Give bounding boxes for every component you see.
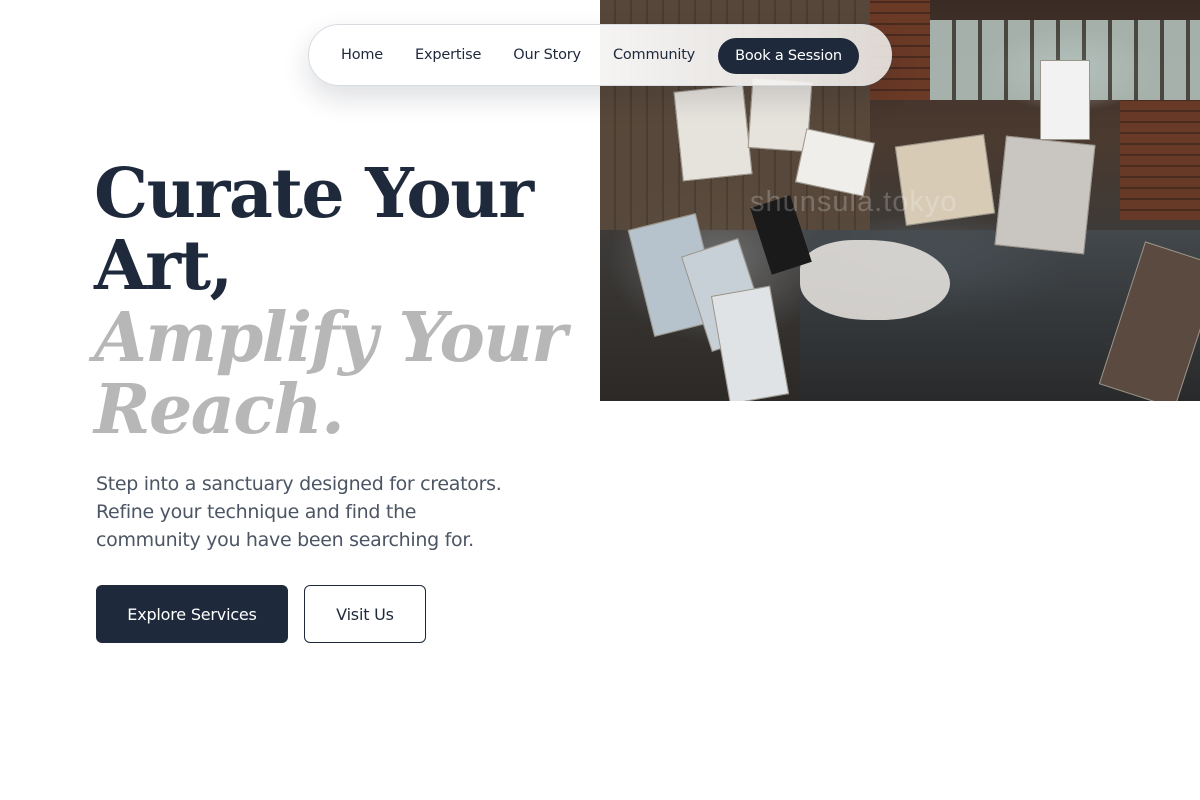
headline-accent-line-1: Amplify Your [94,298,567,378]
image-watermark: shunsula.tokyo [750,186,958,218]
studio-canvas [1040,60,1090,140]
studio-canvas [994,135,1096,255]
studio-canvas [673,84,753,182]
book-session-button[interactable]: Book a Session [718,38,859,74]
studio-brick-wall-right [1120,100,1200,220]
studio-canvas [710,285,790,401]
nav-link-home[interactable]: Home [341,47,383,63]
nav-link-community[interactable]: Community [613,47,695,63]
explore-services-button[interactable]: Explore Services [96,585,288,643]
nav-link-our-story[interactable]: Our Story [513,47,581,63]
headline-accent-line-2: Reach. [94,370,345,450]
nav-link-expertise[interactable]: Expertise [415,47,481,63]
headline-line-1: Curate Your [94,154,534,234]
visit-us-button[interactable]: Visit Us [304,585,426,643]
hero-headline: Curate Your Art, Amplify Your Reach. [94,158,574,446]
hero-subtitle: Step into a sanctuary designed for creat… [96,473,502,551]
headline-line-2: Art, [94,226,233,306]
main-navigation: Home Expertise Our Story Community Book … [308,24,892,86]
